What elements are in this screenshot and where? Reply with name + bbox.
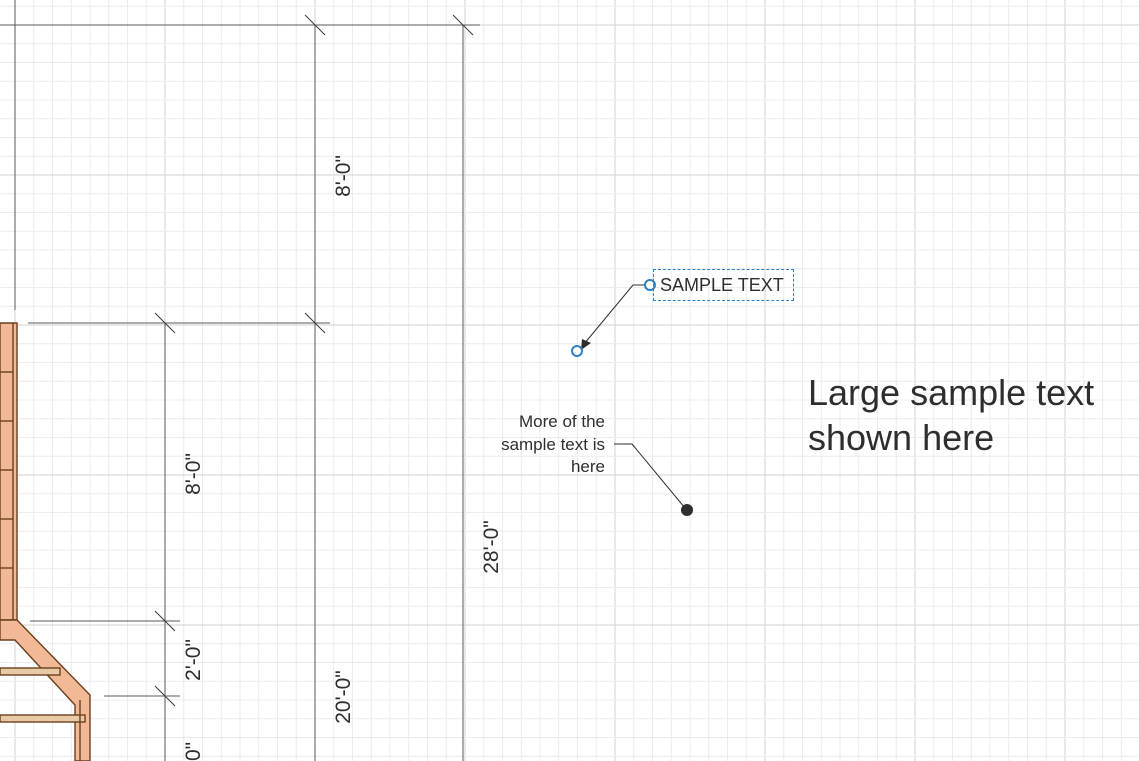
- dimension-label: 28'-0": [480, 520, 503, 574]
- note-leader[interactable]: [614, 443, 693, 516]
- staircase[interactable]: [0, 322, 91, 761]
- leader-dot: [681, 504, 693, 516]
- large-text-label[interactable]: Large sample text shown here: [808, 370, 1128, 460]
- leader-end-handle[interactable]: [571, 345, 583, 357]
- dimension-label: 8'-0": [182, 453, 205, 495]
- dimension-label: 20'-0": [332, 670, 355, 724]
- sample-text-leader[interactable]: [571, 279, 656, 357]
- note-text-label[interactable]: More of the sample text is here: [480, 411, 605, 479]
- dimension-label: 0": [182, 742, 205, 761]
- sample-text-label[interactable]: SAMPLE TEXT: [653, 269, 794, 301]
- dimension-label: 2'-0": [182, 639, 205, 681]
- dimension-label: 8'-0": [332, 155, 355, 197]
